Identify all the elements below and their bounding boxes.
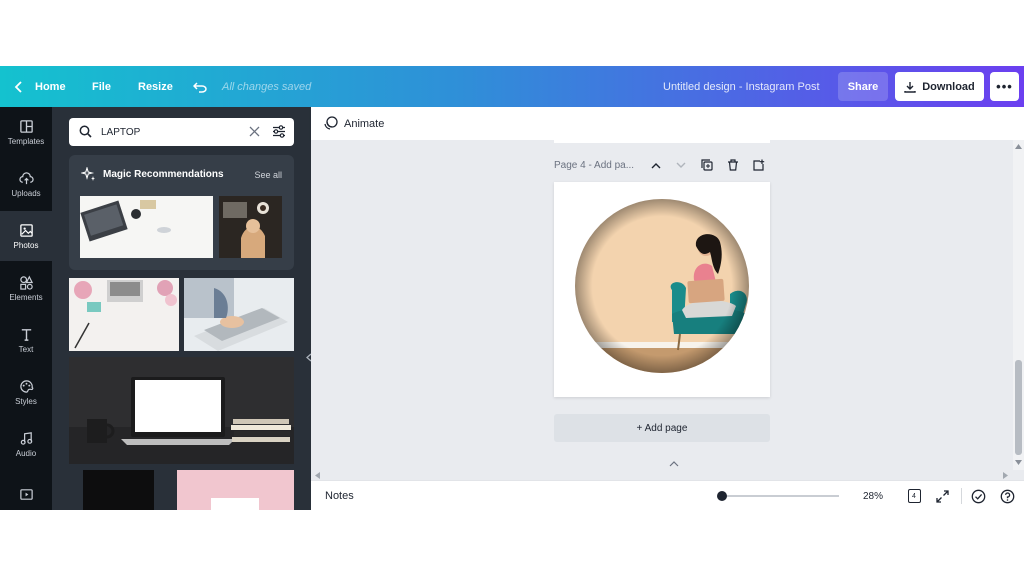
design-page[interactable] <box>554 182 770 397</box>
circle-photo-frame[interactable] <box>554 182 770 397</box>
fullscreen-icon[interactable] <box>933 487 951 505</box>
sparkle-icon <box>81 167 95 181</box>
chevron-down-icon[interactable] <box>676 162 686 169</box>
rail-item-elements[interactable]: Elements <box>0 263 52 313</box>
search-value: LAPTOP <box>101 126 141 138</box>
undo-icon[interactable] <box>193 66 207 107</box>
expand-notes-chevron-icon[interactable] <box>669 460 679 467</box>
download-button[interactable]: Download <box>895 72 984 101</box>
resize-button[interactable]: Resize <box>138 66 173 107</box>
scroll-down-arrow-icon[interactable] <box>1015 460 1022 465</box>
side-rail: Templates Uploads Photos Elements Text S… <box>0 107 52 510</box>
share-label: Share <box>847 80 879 93</box>
rail-item-templates[interactable]: Templates <box>0 107 52 157</box>
animate-icon <box>324 116 338 130</box>
rail-item-videos[interactable] <box>0 471 52 510</box>
photo-thumbnail[interactable] <box>219 196 282 258</box>
photo-thumbnail[interactable] <box>80 196 213 258</box>
share-button[interactable]: Share <box>838 72 888 101</box>
rail-label: Photos <box>13 240 39 250</box>
search-icon <box>79 125 92 138</box>
save-status: All changes saved <box>222 80 312 93</box>
duplicate-page-icon[interactable] <box>701 159 713 171</box>
help-icon[interactable] <box>998 487 1016 505</box>
vertical-scrollbar[interactable] <box>1013 140 1024 470</box>
divider <box>961 488 962 504</box>
animate-label: Animate <box>344 117 385 130</box>
rail-label: Uploads <box>11 188 41 198</box>
shapes-icon <box>19 275 33 290</box>
rail-item-text[interactable]: Text <box>0 315 52 365</box>
magic-recommendations-card: Magic Recommendations See all <box>69 155 294 270</box>
chevron-up-icon[interactable] <box>651 162 661 169</box>
video-icon <box>19 489 33 500</box>
more-options-button[interactable]: ••• <box>990 72 1019 101</box>
rail-item-audio[interactable]: Audio <box>0 419 52 469</box>
rail-label: Audio <box>15 448 37 458</box>
rail-label: Styles <box>15 396 37 406</box>
see-all-link[interactable]: See all <box>254 170 282 180</box>
home-button[interactable]: Home <box>35 66 66 107</box>
upload-cloud-icon <box>18 171 34 184</box>
rail-label: Templates <box>7 136 45 146</box>
photo-thumbnail[interactable] <box>184 278 294 351</box>
add-page-icon[interactable] <box>753 159 765 171</box>
delete-page-icon[interactable] <box>727 159 739 171</box>
back-chevron-icon[interactable] <box>14 66 24 107</box>
photos-panel: LAPTOP Magic Recommendations See all <box>52 107 311 510</box>
image-icon <box>19 223 33 237</box>
filter-sliders-icon[interactable] <box>272 125 286 138</box>
download-label: Download <box>922 80 975 93</box>
add-page-button[interactable]: + Add page <box>554 414 770 442</box>
clear-icon[interactable] <box>249 126 260 137</box>
page-title-input[interactable]: Page 4 - Add pa... <box>554 160 634 171</box>
top-bar: Home File Resize All changes saved Untit… <box>0 66 1024 107</box>
templates-icon <box>19 119 33 133</box>
photo-thumbnail[interactable] <box>69 357 294 464</box>
file-menu[interactable]: File <box>92 66 111 107</box>
download-icon <box>904 81 916 93</box>
zoom-slider[interactable] <box>723 495 839 497</box>
page-count-button[interactable]: 4 <box>905 487 923 505</box>
zoom-percentage[interactable]: 28% <box>863 481 883 510</box>
horizontal-scrollbar[interactable] <box>311 470 1013 480</box>
notes-button[interactable]: Notes <box>325 481 354 510</box>
rail-label: Text <box>18 344 34 354</box>
pages-icon: 4 <box>907 489 921 503</box>
rail-item-photos[interactable]: Photos <box>0 211 52 261</box>
check-circle-icon[interactable] <box>969 487 987 505</box>
search-input[interactable]: LAPTOP <box>69 118 294 146</box>
scroll-right-arrow-icon[interactable] <box>1003 472 1008 479</box>
animate-button[interactable]: Animate <box>323 107 384 140</box>
text-icon <box>21 328 31 341</box>
design-title[interactable]: Untitled design - Instagram Post <box>663 66 820 107</box>
canvas-area: Page 4 - Add pa... + Add page <box>311 140 1013 470</box>
rail-item-styles[interactable]: Styles <box>0 367 52 417</box>
scroll-left-arrow-icon[interactable] <box>315 472 320 479</box>
photo-thumbnail[interactable] <box>69 278 179 351</box>
scroll-up-arrow-icon[interactable] <box>1015 144 1022 149</box>
scrollbar-thumb[interactable] <box>1015 360 1022 455</box>
photo-thumbnail[interactable] <box>83 470 154 510</box>
editor-toolbar: Animate <box>311 107 1024 140</box>
photo-thumbnail[interactable] <box>177 470 294 510</box>
page-header: Page 4 - Add pa... <box>554 156 770 174</box>
palette-icon <box>19 379 33 393</box>
rail-item-uploads[interactable]: Uploads <box>0 159 52 209</box>
previous-page-edge <box>554 140 770 143</box>
bottom-bar: Notes 28% 4 <box>311 480 1024 510</box>
magic-recommendations-title: Magic Recommendations <box>103 169 224 180</box>
music-note-icon <box>20 431 32 445</box>
zoom-slider-handle[interactable] <box>717 491 727 501</box>
rail-label: Elements <box>9 292 43 302</box>
editor-window: Home File Resize All changes saved Untit… <box>0 66 1024 510</box>
